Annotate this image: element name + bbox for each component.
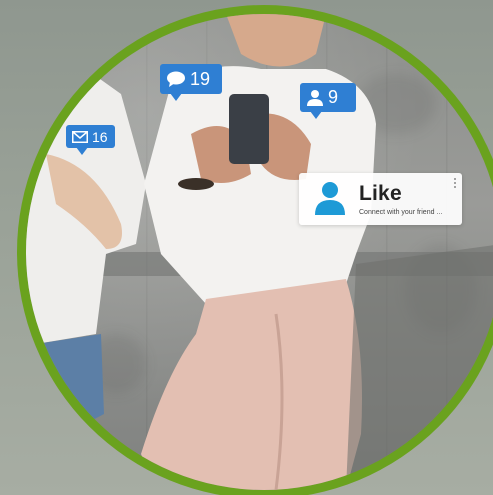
- speech-bubble-icon: [167, 71, 185, 87]
- user-notification-badge: 9: [300, 83, 356, 119]
- user-icon: [307, 89, 323, 106]
- like-title: Like: [359, 182, 402, 205]
- envelope-icon: [72, 130, 88, 143]
- people-scene: [26, 14, 493, 490]
- mail-notification-badge: 16: [66, 125, 115, 155]
- mail-count: 16: [92, 128, 108, 145]
- like-card: Like Connect with your friend ...: [299, 173, 462, 225]
- user-count: 9: [328, 87, 339, 107]
- comment-count: 19: [190, 68, 211, 89]
- circular-photo: [26, 14, 493, 490]
- comment-notification-badge: 19: [160, 64, 222, 101]
- like-subtitle: Connect with your friend ...: [359, 209, 443, 216]
- more-options-icon: [454, 178, 457, 188]
- user-avatar-icon: [315, 182, 345, 215]
